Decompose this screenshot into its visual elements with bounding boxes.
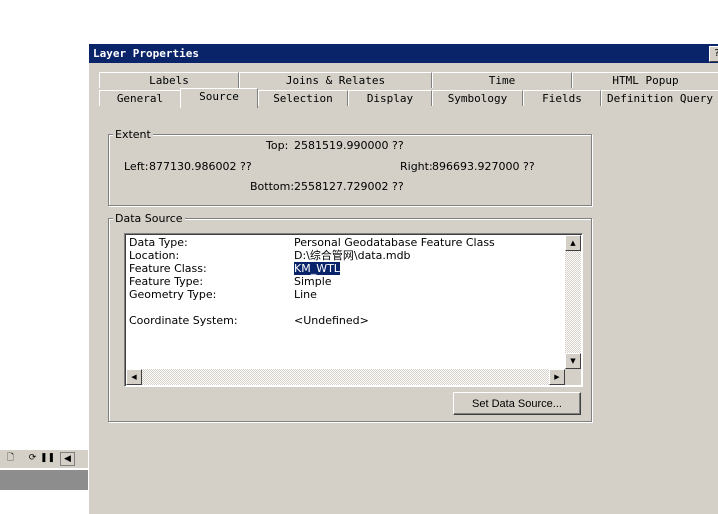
vertical-scrollbar[interactable]: ▲ ▼ [565,235,581,369]
refresh-icon[interactable]: ⟳ [26,452,39,464]
tab-labels[interactable]: Labels [99,72,239,88]
data-source-info-box[interactable]: Data Type: Personal Geodatabase Feature … [124,233,583,387]
tab-time[interactable]: Time [432,72,572,88]
horizontal-scrollbar[interactable]: ◀ ▶ [126,369,565,385]
tab-source[interactable]: Source [180,88,258,108]
set-data-source-button[interactable]: Set Data Source... [453,392,581,415]
scroll-down-icon[interactable]: ▼ [565,353,581,369]
tab-fields[interactable]: Fields [523,90,601,106]
extent-bottom-label: Bottom: [250,180,295,193]
background-status-bar [0,470,88,490]
scrollbar-corner [565,369,581,385]
geometry-type-label: Geometry Type: [129,288,217,301]
tab-general[interactable]: General [99,90,181,106]
extent-left-value: 877130.986002 ?? [149,160,252,173]
location-value: D:\综合管网\data.mdb [294,249,411,262]
page-icon[interactable]: 🗋 [4,452,17,464]
data-type-label: Data Type: [129,236,188,249]
data-source-group-label: Data Source [113,212,185,225]
feature-class-value[interactable]: KM_WTL [294,262,340,275]
extent-group-label: Extent [113,128,153,141]
coordinate-system-value: <Undefined> [294,314,369,327]
tab-display[interactable]: Display [348,90,432,106]
feature-class-label: Feature Class: [129,262,207,275]
tab-html-popup[interactable]: HTML Popup [572,72,718,88]
scroll-left-icon[interactable]: ◀ [126,369,142,385]
extent-right-value: 896693.927000 ?? [432,160,535,173]
scroll-left-icon[interactable]: ◀ [60,452,75,466]
pause-icon[interactable]: ❚❚ [40,452,55,464]
tab-definition-query[interactable]: Definition Query [601,90,718,106]
extent-left-label: Left: [124,160,149,173]
help-button[interactable]: ? [709,46,718,62]
data-type-value: Personal Geodatabase Feature Class [294,236,495,249]
dialog-title: Layer Properties [89,44,718,63]
tab-symbology[interactable]: Symbology [432,90,523,106]
scroll-up-icon[interactable]: ▲ [565,235,581,251]
location-label: Location: [129,249,180,262]
geometry-type-value: Line [294,288,317,301]
extent-top-label: Top: [266,139,289,152]
scroll-right-icon[interactable]: ▶ [549,369,565,385]
layer-properties-dialog: Layer Properties ? Labels Joins & Relate… [88,44,718,514]
extent-right-label: Right: [400,160,433,173]
coordinate-system-label: Coordinate System: [129,314,238,327]
background-toolbar: 🗋 ⟳ ❚❚ ◀ [0,449,88,468]
tab-joins-relates[interactable]: Joins & Relates [239,72,432,88]
extent-bottom-value: 2558127.729002 ?? [294,180,404,193]
feature-type-label: Feature Type: [129,275,204,288]
extent-top-value: 2581519.990000 ?? [294,139,404,152]
tab-selection[interactable]: Selection [258,90,348,106]
feature-type-value: Simple [294,275,332,288]
